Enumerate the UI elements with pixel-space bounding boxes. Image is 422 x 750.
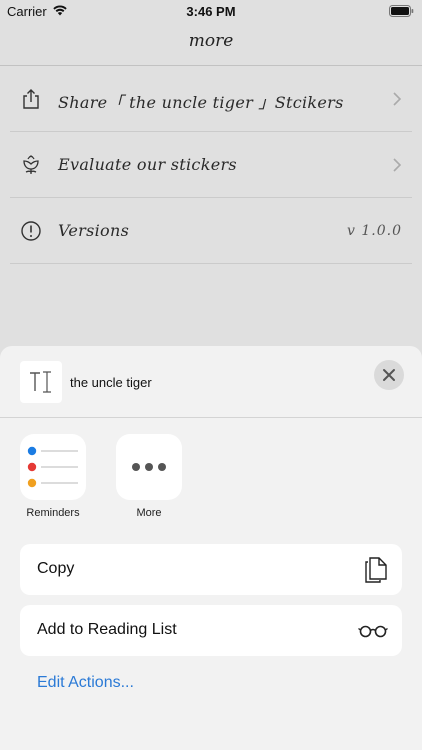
more-icon <box>132 463 166 471</box>
reminders-icon <box>27 446 78 488</box>
versions-label: Versions <box>58 221 130 240</box>
copy-icon <box>365 557 387 583</box>
add-to-reading-list-action[interactable]: Add to Reading List <box>20 605 402 656</box>
versions-row: Versions v 1.0.0 <box>10 198 412 264</box>
more-app-label: More <box>136 507 162 519</box>
copy-action[interactable]: Copy <box>20 544 402 595</box>
preview-title: the uncle tiger <box>70 375 152 390</box>
more-app-icon-tile <box>116 434 182 500</box>
status-bar: Carrier 3:46 PM <box>0 0 422 22</box>
reading-list-action-label: Add to Reading List <box>37 621 177 638</box>
copy-action-label: Copy <box>37 560 75 577</box>
text-cursor-icon <box>30 371 51 393</box>
page-title: more <box>188 31 234 51</box>
reminders-app-icon-tile <box>20 434 86 500</box>
share-sheet-header: the uncle tiger <box>0 346 422 418</box>
info-icon <box>21 221 41 241</box>
chevron-right-icon <box>393 92 402 106</box>
status-time: 3:46 PM <box>186 4 236 19</box>
share-stickers-row[interactable]: Share「 the uncle tiger 」Stcikers <box>10 66 412 132</box>
chevron-right-icon <box>393 158 402 172</box>
edit-actions-link[interactable]: Edit Actions... <box>37 674 134 692</box>
preview-thumbnail <box>20 361 62 403</box>
battery-icon <box>389 5 414 17</box>
share-icon <box>23 89 39 109</box>
share-sheet: the uncle tiger Reminders More Copy Add … <box>0 346 422 750</box>
flower-icon <box>23 155 39 174</box>
evaluate-stickers-label: Evaluate our stickers <box>58 155 237 174</box>
evaluate-stickers-row[interactable]: Evaluate our stickers <box>10 132 412 198</box>
more-app-tile[interactable]: More <box>116 434 182 519</box>
close-icon <box>383 369 395 381</box>
share-stickers-label: Share「 the uncle tiger 」Stcikers <box>58 93 344 112</box>
reminders-app-label: Reminders <box>26 507 80 519</box>
reminders-app-tile[interactable]: Reminders <box>20 434 86 519</box>
close-button[interactable] <box>374 360 404 390</box>
version-value: v 1.0.0 <box>347 223 402 239</box>
glasses-icon <box>358 625 388 638</box>
